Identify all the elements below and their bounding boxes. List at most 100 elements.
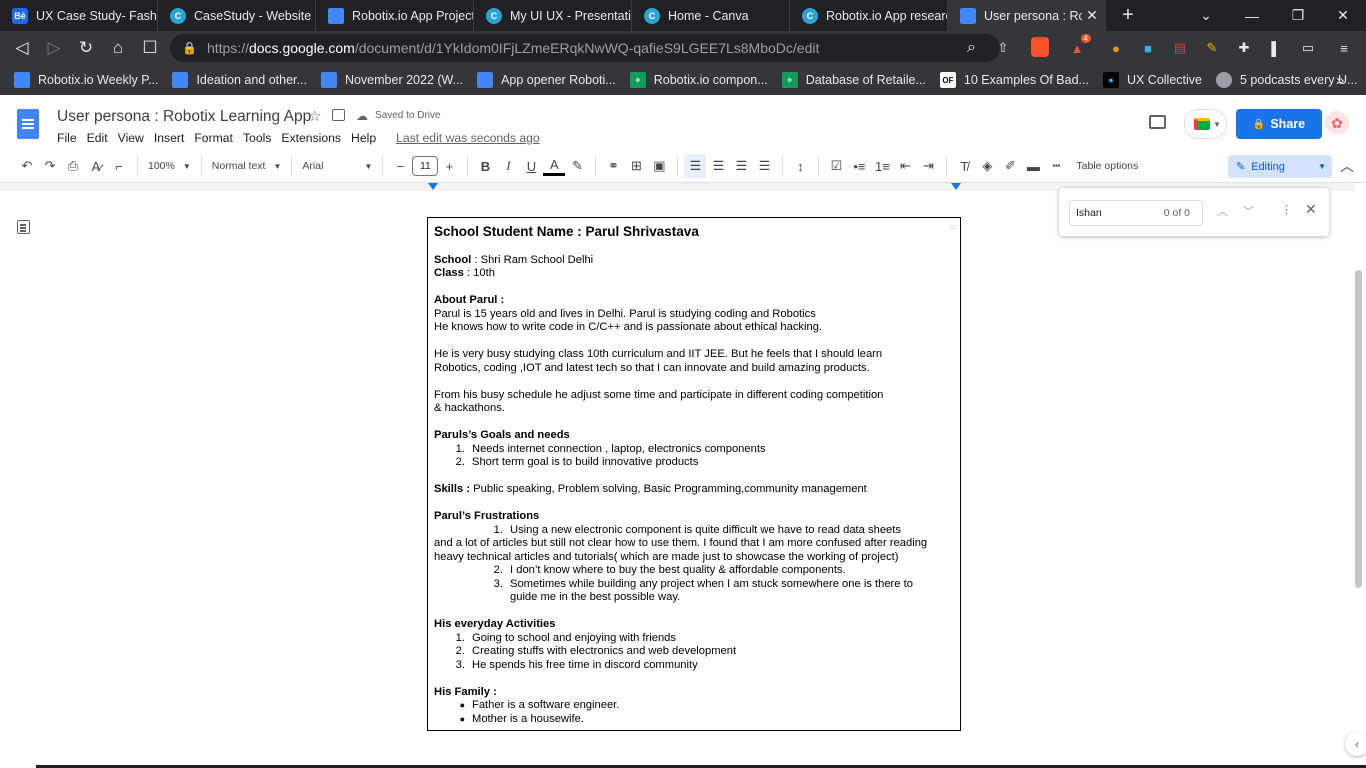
share-button[interactable]: 🔒 Share <box>1236 109 1322 139</box>
menu-edit[interactable]: Edit <box>87 131 108 145</box>
chevron-left-icon[interactable]: ‹ <box>1345 732 1366 756</box>
highlight-icon[interactable]: ✎ <box>566 154 588 178</box>
print-icon[interactable]: ⎙ <box>62 154 84 178</box>
text-color-icon[interactable]: A <box>543 156 566 176</box>
clear-formatting-icon[interactable]: T̸ <box>953 154 975 178</box>
new-tab-button[interactable]: + <box>1112 0 1144 31</box>
back-icon[interactable]: ◁ <box>6 32 38 64</box>
tab-search-icon[interactable]: ⌄ <box>1183 0 1229 31</box>
decrease-font-size-icon[interactable]: − <box>389 154 411 178</box>
sidebar-icon[interactable]: ▌ <box>1265 37 1287 59</box>
bookmark-icon[interactable]: ☐ <box>134 32 166 64</box>
browser-tab[interactable]: C Home - Canva <box>632 0 790 31</box>
previous-match-icon[interactable]: ︿ <box>1217 203 1228 219</box>
bulleted-list-icon[interactable]: •≡ <box>848 154 870 178</box>
align-center-icon[interactable]: ☰ <box>707 154 729 178</box>
browser-tab[interactable]: C My UI UX - Presentation <box>474 0 632 31</box>
insert-image-icon[interactable]: ▣ <box>648 154 670 178</box>
avatar[interactable]: ✿ <box>1325 111 1349 135</box>
left-indent-marker[interactable] <box>428 183 438 190</box>
docs-logo-icon[interactable] <box>17 109 39 139</box>
document-title[interactable]: User persona : Robotix Learning App <box>57 108 311 126</box>
extension-icon[interactable]: ✎ <box>1201 37 1223 59</box>
link-icon[interactable]: ⚭ <box>602 154 624 178</box>
menu-view[interactable]: View <box>118 131 144 145</box>
minimize-icon[interactable]: — <box>1229 0 1275 31</box>
document-table-cell[interactable]: ▭ School Student Name : Parul Shrivastav… <box>427 217 961 731</box>
bold-icon[interactable]: B <box>474 154 496 178</box>
meet-button[interactable]: ▼ <box>1184 109 1227 139</box>
browser-tab[interactable]: C Robotix.io App research <box>790 0 948 31</box>
font-size-input[interactable]: 11 <box>412 156 439 176</box>
bookmark-item[interactable]: App opener Roboti... <box>477 72 616 88</box>
extensions-puzzle-icon[interactable]: ✚ <box>1233 37 1255 59</box>
more-options-icon[interactable]: ⋮ <box>1281 203 1292 216</box>
collapse-toolbar-icon[interactable]: ︿ <box>1340 156 1354 176</box>
move-folder-icon[interactable] <box>332 109 345 121</box>
table-handle-icon[interactable]: ▭ <box>949 220 957 234</box>
right-indent-marker[interactable] <box>951 183 961 190</box>
undo-icon[interactable]: ↶ <box>16 154 38 178</box>
menu-file[interactable]: File <box>57 131 77 145</box>
font-select[interactable]: Arial ▼ <box>302 160 372 172</box>
home-icon[interactable]: ⌂ <box>102 32 134 64</box>
redo-icon[interactable]: ↷ <box>39 154 61 178</box>
star-icon[interactable]: ☆ <box>308 107 321 125</box>
increase-font-size-icon[interactable]: + <box>438 154 460 178</box>
zoom-icon[interactable]: ⌕ <box>967 39 976 57</box>
brave-rewards-icon[interactable]: ▲ 4 <box>1066 34 1091 59</box>
numbered-list-icon[interactable]: 1≡ <box>871 154 893 178</box>
restore-icon[interactable]: ❐ <box>1275 0 1321 31</box>
style-select[interactable]: Normal text ▼ <box>212 160 282 172</box>
browser-tab[interactable]: Robotix.io App Project <box>316 0 474 31</box>
document-outline-icon[interactable] <box>17 220 30 234</box>
extension-icon[interactable]: ● <box>1105 37 1127 59</box>
extension-icon[interactable]: ▤ <box>1169 37 1191 59</box>
checklist-icon[interactable]: ☑ <box>825 154 847 178</box>
border-color-icon[interactable]: ✐ <box>999 154 1021 178</box>
scrollbar[interactable] <box>1355 270 1362 588</box>
next-match-icon[interactable]: ﹀ <box>1243 203 1254 219</box>
share-page-icon[interactable]: ⇧ <box>992 37 1014 59</box>
forward-icon[interactable]: ▷ <box>38 32 70 64</box>
bookmark-item[interactable]: ● UX Collective <box>1102 72 1202 88</box>
extension-icon[interactable]: ■ <box>1137 37 1159 59</box>
cloud-icon[interactable]: ☁ <box>356 109 368 123</box>
bookmark-item[interactable]: OF 10 Examples Of Bad... <box>939 72 1089 88</box>
bookmark-item[interactable]: + Database of Retaile... <box>781 72 926 88</box>
browser-tab-active[interactable]: User persona : Robotix✕ <box>948 0 1106 31</box>
add-comment-icon[interactable]: ⊞ <box>625 154 647 178</box>
menu-format[interactable]: Format <box>194 131 233 145</box>
menu-tools[interactable]: Tools <box>243 131 271 145</box>
editing-mode-select[interactable]: ✎ Editing ▼ <box>1228 155 1332 178</box>
bookmark-item[interactable]: November 2022 (W... <box>320 72 463 88</box>
find-input[interactable]: Ishan 0 of 0 <box>1069 200 1203 226</box>
close-icon[interactable]: ✕ <box>1305 201 1317 218</box>
browser-tab[interactable]: Bē UX Case Study- Fashion <box>0 0 158 31</box>
line-spacing-icon[interactable]: ↕ <box>789 154 811 178</box>
close-window-icon[interactable]: ✕ <box>1320 0 1366 31</box>
spellcheck-icon[interactable]: A̷ <box>85 154 107 178</box>
last-edit-link[interactable]: Last edit was seconds ago <box>396 131 540 145</box>
fill-color-icon[interactable]: ◈ <box>976 154 998 178</box>
menu-extensions[interactable]: Extensions <box>281 131 341 145</box>
align-left-icon[interactable]: ☰ <box>684 154 707 178</box>
bookmark-item[interactable]: Ideation and other... <box>172 72 307 88</box>
align-right-icon[interactable]: ☰ <box>730 154 752 178</box>
bookmark-item[interactable]: Robotix.io Weekly P... <box>14 72 158 88</box>
justify-icon[interactable]: ☰ <box>753 154 775 178</box>
italic-icon[interactable]: I <box>497 154 519 178</box>
paint-format-icon[interactable]: ⌐ <box>108 154 130 178</box>
wallet-icon[interactable]: ▭ <box>1297 37 1319 59</box>
brave-shields-icon[interactable] <box>1031 37 1049 57</box>
bookmarks-more-icon[interactable]: » <box>1336 72 1344 89</box>
increase-indent-icon[interactable]: ⇥ <box>917 154 939 178</box>
reload-icon[interactable]: ↻ <box>70 32 102 64</box>
browser-tab[interactable]: C CaseStudy - Website <box>158 0 316 31</box>
menu-help[interactable]: Help <box>351 131 376 145</box>
underline-icon[interactable]: U <box>520 154 542 178</box>
close-tab-icon[interactable]: ✕ <box>1082 7 1102 24</box>
bookmark-item[interactable]: + Robotix.io compon... <box>629 72 768 88</box>
address-bar[interactable]: 🔒 https://docs.google.com/document/d/1Yk… <box>170 34 1000 62</box>
menu-insert[interactable]: Insert <box>154 131 184 145</box>
